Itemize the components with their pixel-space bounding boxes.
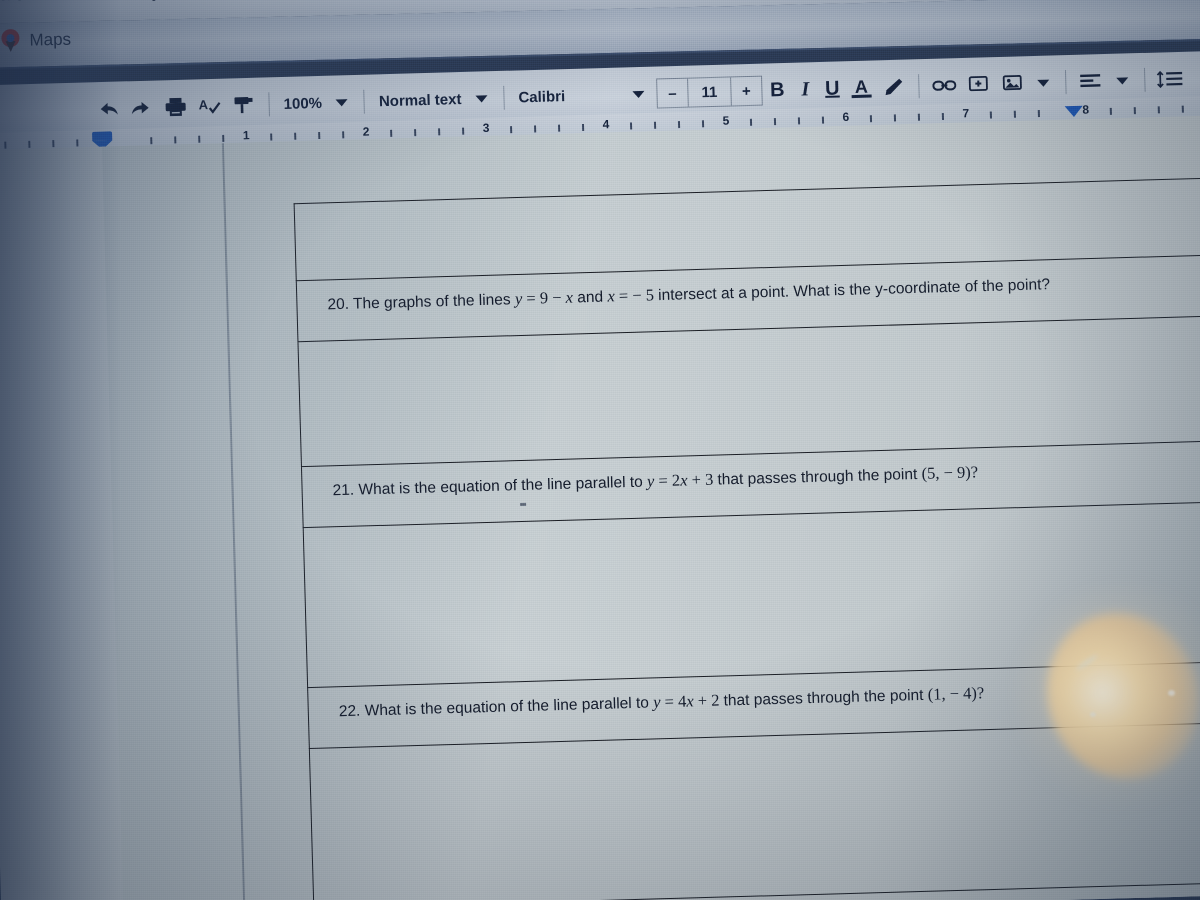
ruler-number-4: 4 — [602, 117, 610, 132]
dust-speck — [1168, 690, 1175, 696]
toolbar-divider — [503, 85, 505, 110]
q21-p4: + 3 — [687, 469, 718, 490]
q22-p5: that passes through the point — [723, 686, 929, 710]
underline-button[interactable]: U — [818, 71, 847, 106]
toolbar-divider — [917, 74, 920, 99]
ruler-number-3: 3 — [482, 120, 490, 136]
q21-p6: (5, − 9)? — [921, 462, 979, 483]
ruler-number-8: 8 — [1082, 102, 1090, 117]
q20-p4: and — [572, 288, 608, 307]
address-bar-url[interactable]: m/document/d/1pfsUmeispyHCxKO9JaDBxzgQFK… — [0, 0, 710, 6]
table-row — [297, 315, 1200, 467]
insert-link-icon[interactable] — [927, 68, 962, 103]
bookmark-maps-label: Maps — [29, 29, 72, 50]
bookmark-maps[interactable]: Maps — [1, 28, 71, 54]
line-spacing-icon[interactable] — [1153, 62, 1188, 97]
font-chevron-down-icon[interactable] — [632, 90, 645, 98]
toolbar-divider — [363, 89, 366, 114]
map-pin-icon — [1, 28, 20, 53]
font-size-increase-button[interactable]: + — [729, 76, 762, 106]
document-sheet[interactable]: 20. The graphs of the lines y = 9 − x an… — [101, 114, 1200, 900]
font-size-value[interactable]: 11 — [688, 77, 731, 106]
q20-p0: The graphs of the lines — [352, 291, 516, 313]
redo-icon[interactable] — [124, 90, 159, 125]
svg-text:A: A — [198, 97, 208, 112]
ruler-number-5: 5 — [722, 113, 730, 128]
font-family-select[interactable]: Calibri — [512, 77, 653, 115]
q22-p6: (1, − 4)? — [927, 683, 985, 704]
text-color-button[interactable]: A — [846, 70, 877, 105]
zoom-level-value[interactable]: 100% — [277, 86, 328, 121]
dust-speck — [1090, 712, 1096, 717]
ruler-number-7: 7 — [962, 106, 970, 121]
right-indent-marker[interactable] — [1064, 105, 1083, 118]
q22-p2: = 4 — [660, 691, 687, 712]
align-icon[interactable] — [1074, 64, 1109, 99]
italic-button[interactable]: I — [792, 72, 819, 107]
ruler-number-6: 6 — [842, 109, 850, 125]
q21-p2: = 2 — [654, 470, 681, 491]
highlight-pen-icon[interactable] — [876, 69, 911, 104]
font-family-value[interactable]: Calibri — [512, 79, 572, 115]
question-20-number: 20. — [327, 295, 350, 314]
undo-icon[interactable] — [90, 91, 125, 126]
paint-format-icon[interactable] — [226, 88, 261, 123]
stray-mark — [520, 502, 527, 507]
monitor-photo: m/document/d/1pfsUmeispyHCxKO9JaDBxzgQFK… — [0, 0, 1200, 900]
q21-p0: What is the equation of the line paralle… — [358, 473, 648, 499]
bold-button[interactable]: B — [762, 73, 793, 108]
insert-image-icon[interactable] — [995, 66, 1030, 101]
ruler-number-1: 1 — [242, 128, 250, 143]
align-chevron-down-icon[interactable] — [1116, 76, 1129, 85]
zoom-chevron-down-icon[interactable] — [335, 98, 349, 107]
image-chevron-down-icon[interactable] — [1037, 79, 1050, 87]
document-page: 20. The graphs of the lines y = 9 − x an… — [0, 114, 1200, 900]
answer-20-cell[interactable] — [298, 316, 1200, 466]
spellcheck-icon[interactable]: A — [192, 89, 227, 124]
toolbar-divider — [1143, 67, 1146, 92]
questions-table: 20. The graphs of the lines y = 9 − x an… — [294, 177, 1200, 900]
style-chevron-down-icon[interactable] — [475, 94, 488, 103]
paragraph-style-value[interactable]: Normal text — [372, 82, 467, 119]
q22-p4: + 2 — [693, 690, 724, 711]
q21-p5: that passes through the point — [717, 465, 922, 489]
q22-p0: What is the equation of the line paralle… — [364, 694, 654, 720]
toolbar-divider — [268, 92, 270, 117]
font-size-stepper[interactable]: – 11 + — [655, 75, 763, 109]
q20-p2: = 9 − — [522, 287, 566, 308]
font-size-decrease-button[interactable]: – — [656, 78, 689, 108]
text-color-letter: A — [854, 76, 869, 97]
question-22-number: 22. — [338, 702, 361, 721]
print-icon[interactable] — [158, 90, 193, 125]
q20-p7: intersect at a point. What is the y-coor… — [657, 276, 1051, 305]
add-comment-icon[interactable] — [961, 67, 996, 102]
question-21-number: 21. — [332, 481, 355, 500]
ruler-number-2: 2 — [362, 124, 370, 139]
toolbar-divider — [1064, 70, 1067, 95]
q20-p6: = − 5 — [614, 285, 659, 306]
page-left-edge — [221, 143, 246, 900]
